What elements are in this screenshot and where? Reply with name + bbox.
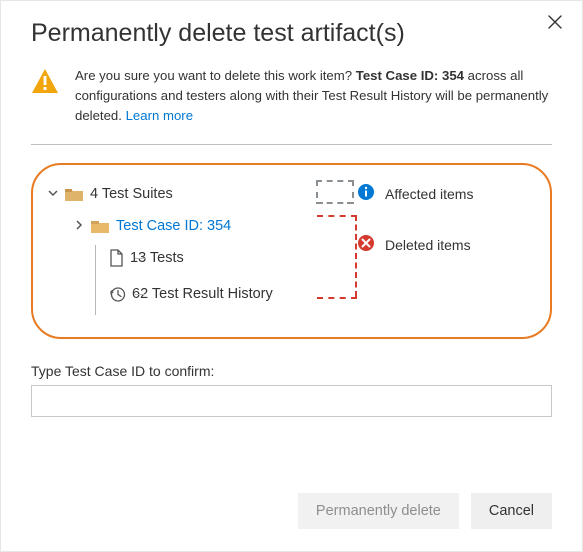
close-icon: [548, 16, 562, 33]
impact-tree: 4 Test Suites Test Case ID: 354: [47, 181, 357, 315]
legend: Affected items Deleted items: [357, 181, 532, 315]
folder-icon: [64, 186, 84, 202]
warning-bold: Test Case ID: 354: [356, 68, 464, 83]
history-icon: [109, 286, 126, 303]
impact-panel: 4 Test Suites Test Case ID: 354: [31, 163, 552, 339]
tree-tests: 13 Tests: [87, 245, 357, 271]
error-circle-icon: [357, 234, 375, 255]
legend-affected: Affected items: [357, 183, 532, 204]
legend-deleted: Deleted items: [357, 234, 532, 255]
warning-text: Are you sure you want to delete this wor…: [75, 66, 552, 126]
warning-triangle-icon: [31, 68, 59, 99]
dialog-buttons: Permanently delete Cancel: [298, 493, 552, 529]
confirm-label: Type Test Case ID to confirm:: [31, 363, 552, 379]
tree-root[interactable]: 4 Test Suites: [47, 181, 357, 207]
dialog-title: Permanently delete test artifact(s): [31, 19, 552, 48]
close-button[interactable]: [544, 11, 566, 38]
legend-deleted-label: Deleted items: [385, 237, 471, 253]
permanently-delete-button[interactable]: Permanently delete: [298, 493, 459, 529]
delete-artifacts-dialog: Permanently delete test artifact(s) Are …: [0, 0, 583, 552]
learn-more-link[interactable]: Learn more: [126, 108, 193, 123]
warning-prefix: Are you sure you want to delete this wor…: [75, 68, 356, 83]
warning-message: Are you sure you want to delete this wor…: [31, 66, 552, 126]
folder-open-icon: [90, 218, 110, 234]
legend-affected-label: Affected items: [385, 186, 473, 202]
file-icon: [109, 249, 124, 267]
tree-history: 62 Test Result History: [87, 281, 357, 307]
tree-testcase[interactable]: Test Case ID: 354: [73, 213, 357, 239]
cancel-button[interactable]: Cancel: [471, 493, 552, 529]
tree-tests-label: 13 Tests: [130, 250, 184, 266]
tree-root-label: 4 Test Suites: [90, 186, 173, 202]
tree-testcase-label: Test Case ID: 354: [116, 218, 231, 234]
chevron-down-icon: [47, 188, 58, 201]
chevron-right-icon: [73, 220, 84, 233]
confirm-input[interactable]: [31, 385, 552, 417]
confirm-section: Type Test Case ID to confirm:: [31, 363, 552, 417]
info-circle-icon: [357, 183, 375, 204]
separator: [31, 144, 552, 145]
tree-history-label: 62 Test Result History: [132, 286, 273, 302]
